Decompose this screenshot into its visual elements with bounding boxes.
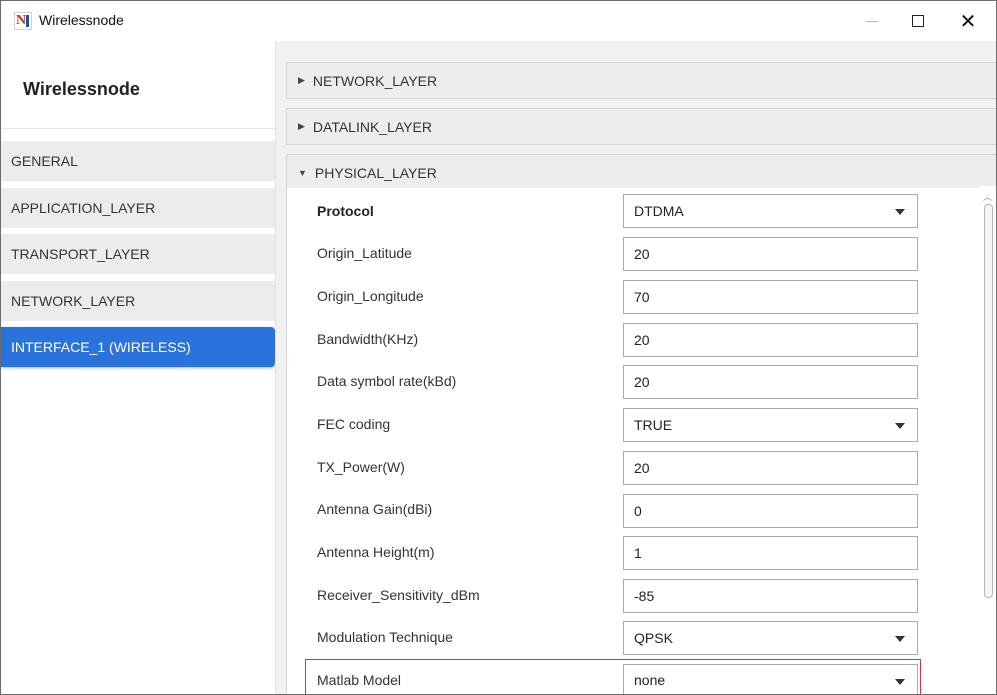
field-value: 20 (634, 374, 650, 390)
field-value: 20 (634, 460, 650, 476)
receiver-sensitivity-field[interactable]: -85 (623, 579, 918, 613)
maximize-icon (912, 15, 924, 27)
collapsed-arrow-icon: ▶ (298, 75, 305, 85)
property-label-bandwidth: Bandwidth(KHz) (317, 331, 419, 347)
sidebar-item-transport-layer[interactable]: TRANSPORT_LAYER (1, 234, 275, 274)
modulation-technique-dropdown[interactable]: QPSK (623, 621, 918, 655)
property-label-modulation-technique: Modulation Technique (317, 629, 453, 645)
section-label: DATALINK_LAYER (312, 118, 432, 135)
field-value: 70 (634, 289, 650, 305)
wirelessnode-window: N Wirelessnode ✕ Wirelessnode GENERAL AP… (0, 0, 997, 695)
collapsed-arrow-icon: ▶ (298, 121, 305, 131)
property-label-antenna-height: Antenna Height(m) (317, 544, 435, 560)
origin-latitude-field[interactable]: 20 (623, 237, 918, 271)
field-value: TRUE (634, 417, 673, 433)
sidebar-item-label: NETWORK_LAYER (11, 293, 136, 309)
vertical-scrollbar[interactable]: ︿ (979, 186, 996, 694)
minimize-button[interactable] (849, 1, 895, 41)
property-label-protocol: Protocol (317, 203, 374, 219)
scrollbar-thumb[interactable] (984, 204, 993, 598)
property-label-antenna-gain: Antenna Gain(dBi) (317, 501, 433, 517)
property-label-origin-longitude: Origin_Longitude (317, 288, 424, 304)
chevron-down-icon (895, 209, 905, 215)
section-label: NETWORK_LAYER (312, 72, 438, 89)
section-label: PHYSICAL_LAYER (314, 164, 437, 181)
sidebar-item-interface-1-wireless[interactable]: INTERFACE_1 (WIRELESS) (1, 327, 275, 367)
sidebar-item-label: TRANSPORT_LAYER (11, 246, 150, 262)
tx-power-field[interactable]: 20 (623, 451, 918, 485)
sidebar-item-network-layer[interactable]: NETWORK_LAYER (1, 281, 275, 321)
minimize-icon (866, 20, 878, 22)
property-label-matlab-model: Matlab Model (317, 672, 402, 688)
section-physical-layer[interactable]: ▼ PHYSICAL_LAYER (286, 154, 996, 191)
matlab-model-dropdown[interactable]: none (623, 664, 918, 694)
protocol-dropdown[interactable]: DTDMA (623, 194, 918, 228)
antenna-gain-field[interactable]: 0 (623, 494, 918, 528)
section-network-layer[interactable]: ▶ NETWORK_LAYER (286, 62, 996, 99)
field-value: DTDMA (634, 203, 684, 219)
sidebar-header: Wirelessnode (1, 41, 275, 129)
property-label-origin-latitude: Origin_Latitude (317, 245, 412, 261)
sidebar-item-general[interactable]: GENERAL (1, 141, 275, 181)
sidebar-item-label: APPLICATION_LAYER (11, 200, 156, 216)
scroll-up-icon[interactable]: ︿ (983, 190, 992, 203)
maximize-button[interactable] (895, 1, 941, 41)
sidebar-title: Wirelessnode (23, 79, 140, 99)
window-title: Wirelessnode (39, 12, 124, 28)
sidebar: Wirelessnode GENERAL APPLICATION_LAYER T… (1, 41, 275, 694)
field-value: 20 (634, 246, 650, 262)
property-label-tx-power: TX_Power(W) (317, 459, 405, 475)
fec-coding-dropdown[interactable]: TRUE (623, 408, 918, 442)
antenna-height-field[interactable]: 1 (623, 536, 918, 570)
chevron-down-icon (895, 423, 905, 429)
field-value: 0 (634, 503, 642, 519)
close-button[interactable]: ✕ (945, 1, 991, 41)
expanded-arrow-icon: ▼ (298, 167, 307, 178)
origin-longitude-field[interactable]: 70 (623, 280, 918, 314)
property-label-data-symbol-rate: Data symbol rate(kBd) (317, 373, 457, 389)
chevron-down-icon (895, 636, 905, 642)
field-value: QPSK (634, 630, 673, 646)
chevron-down-icon (895, 679, 905, 685)
sidebar-item-label: INTERFACE_1 (WIRELESS) (11, 339, 191, 355)
field-value: -85 (634, 588, 655, 604)
field-value: 20 (634, 332, 650, 348)
property-label-receiver-sensitivity: Receiver_Sensitivity_dBm (317, 587, 480, 603)
field-value: 1 (634, 545, 642, 561)
section-datalink-layer[interactable]: ▶ DATALINK_LAYER (286, 108, 996, 145)
title-bar: N Wirelessnode ✕ (1, 1, 996, 41)
sidebar-item-application-layer[interactable]: APPLICATION_LAYER (1, 188, 275, 228)
property-label-fec-coding: FEC coding (317, 416, 391, 432)
field-value: none (634, 672, 666, 688)
data-symbol-rate-field[interactable]: 20 (623, 365, 918, 399)
bandwidth-field[interactable]: 20 (623, 323, 918, 357)
sidebar-item-label: GENERAL (11, 153, 78, 169)
close-icon: ✕ (959, 10, 977, 33)
netsim-app-icon: N (14, 12, 32, 30)
